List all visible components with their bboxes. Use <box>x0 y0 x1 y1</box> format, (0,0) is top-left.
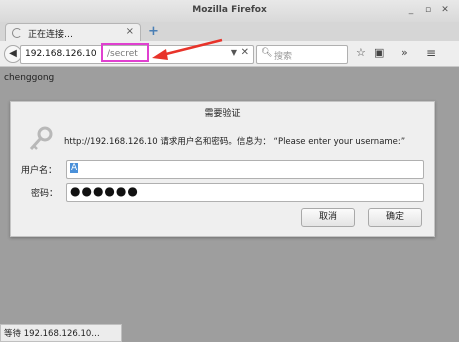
path-highlight-box <box>101 43 149 62</box>
dialog-message: http://192.168.126.10 请求用户名和密码。信息为： “Ple… <box>64 137 406 147</box>
username-value: A <box>70 163 79 173</box>
maximize-icon[interactable]: ▫ <box>423 5 433 15</box>
username-field[interactable]: A <box>66 160 424 179</box>
username-label: 用户名： <box>21 166 58 176</box>
ok-button[interactable]: 确定 <box>368 208 422 227</box>
dialog-title: 需要验证 <box>204 109 241 119</box>
password-field[interactable]: ●●●●●● <box>66 183 424 202</box>
close-window-icon[interactable]: ✕ <box>440 5 450 15</box>
window-titlebar: Mozilla Firefox _ ▫ ✕ <box>0 0 459 22</box>
overflow-chevron-icon[interactable]: » <box>401 46 408 59</box>
tab-label: 正在连接… <box>28 30 74 40</box>
search-input[interactable]: 🔍︎ 搜索 <box>256 45 348 64</box>
search-placeholder: 搜索 <box>274 52 293 62</box>
search-icon: 🔍︎ <box>261 48 273 58</box>
loading-spinner-icon <box>12 28 22 38</box>
window-title: Mozilla Firefox <box>192 5 267 15</box>
tab-loading[interactable]: 正在连接… × <box>5 23 141 42</box>
password-label: 密码： <box>31 189 59 199</box>
cancel-button[interactable]: 取消 <box>301 208 355 227</box>
password-value: ●●●●●● <box>70 184 139 198</box>
url-host: 192.168.126.10 <box>25 49 97 59</box>
minimize-icon[interactable]: _ <box>406 5 416 15</box>
auth-dialog: 需要验证 http://192.168.126.10 请求用户名和密码。信息为：… <box>10 101 435 237</box>
url-dropdown-icon[interactable]: ▼ <box>231 48 237 57</box>
bookmark-star-icon[interactable]: ☆ <box>356 46 366 59</box>
tab-close-icon[interactable]: × <box>126 26 134 37</box>
back-arrow-icon: ◀ <box>9 48 17 59</box>
menu-hamburger-icon[interactable]: ≡ <box>426 46 436 60</box>
new-tab-icon[interactable]: + <box>148 24 159 39</box>
page-text: chenggong <box>4 73 55 83</box>
status-text: 等待 192.168.126.10… <box>4 329 100 339</box>
status-bar: 等待 192.168.126.10… <box>0 324 122 342</box>
key-icon <box>29 126 53 151</box>
url-stop-icon[interactable]: ✕ <box>241 47 249 58</box>
bookmarks-menu-icon[interactable]: ▣ <box>374 46 384 59</box>
